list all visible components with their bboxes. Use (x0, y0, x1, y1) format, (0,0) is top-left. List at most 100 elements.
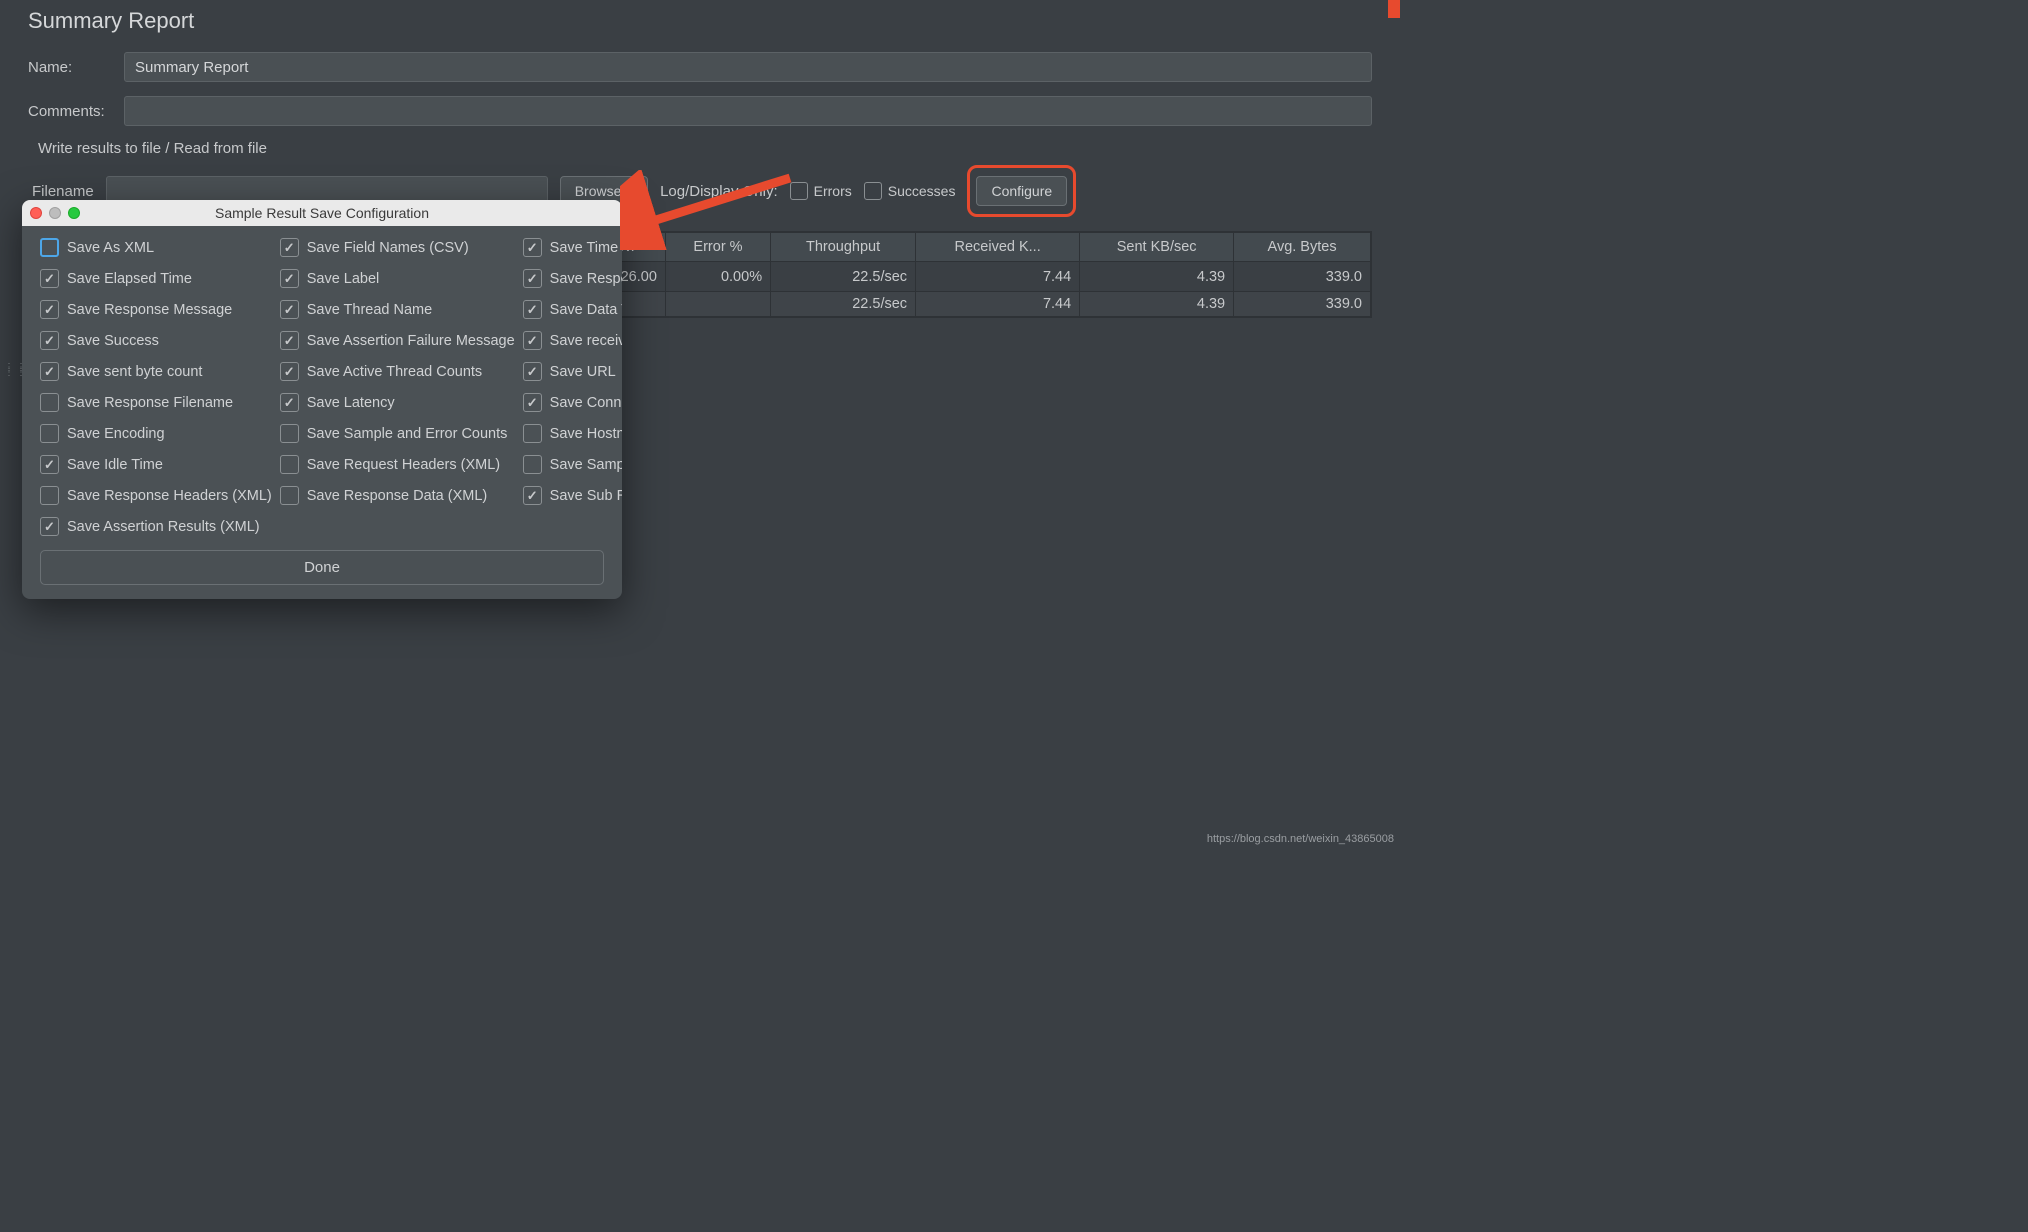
page-title: Summary Report (28, 0, 1372, 52)
table-cell: 7.44 (916, 262, 1080, 292)
option-label: Save Label (307, 271, 380, 287)
table-header[interactable]: Throughput (771, 233, 916, 262)
option-label: Save Time Stamp (550, 240, 622, 256)
table-header[interactable]: Error % (665, 233, 770, 262)
option-checkbox[interactable] (280, 238, 299, 257)
save-option: Save Latency (280, 393, 515, 412)
table-header[interactable]: Received K... (916, 233, 1080, 262)
option-label: Save received byte count (550, 333, 622, 349)
dialog-title: Sample Result Save Configuration (22, 205, 622, 221)
save-option: Save Response Message (40, 300, 272, 319)
option-checkbox[interactable] (523, 393, 542, 412)
option-checkbox[interactable] (523, 269, 542, 288)
option-checkbox[interactable] (523, 455, 542, 474)
option-label: Save Hostname (550, 426, 622, 442)
option-label: Save Encoding (67, 426, 165, 442)
option-checkbox[interactable] (280, 331, 299, 350)
log-display-label: Log/Display Only: (660, 183, 778, 200)
save-option: Save Hostname (523, 424, 622, 443)
option-checkbox[interactable] (40, 331, 59, 350)
red-stripe (1388, 0, 1400, 18)
option-label: Save Assertion Results (XML) (67, 519, 260, 535)
option-checkbox[interactable] (280, 393, 299, 412)
option-checkbox[interactable] (523, 424, 542, 443)
option-label: Save Data Type (550, 302, 622, 318)
option-label: Save Field Names (CSV) (307, 240, 469, 256)
table-cell: 0.00% (665, 262, 770, 292)
table-cell (665, 292, 770, 317)
watermark: https://blog.csdn.net/weixin_43865008 (1207, 833, 1394, 845)
save-option: Save Response Filename (40, 393, 272, 412)
save-option: Save Active Thread Counts (280, 362, 515, 381)
configure-button[interactable]: Configure (976, 176, 1067, 206)
option-label: Save Sampler Data (XML) (550, 457, 622, 473)
save-option: Save Elapsed Time (40, 269, 272, 288)
save-option: Save Data Type (523, 300, 622, 319)
option-label: Save As XML (67, 240, 154, 256)
option-checkbox[interactable] (280, 486, 299, 505)
table-cell: 22.5/sec (771, 292, 916, 317)
save-option: Save Label (280, 269, 515, 288)
name-input[interactable] (124, 52, 1372, 82)
option-checkbox[interactable] (280, 269, 299, 288)
save-option: Save Field Names (CSV) (280, 238, 515, 257)
successes-checkbox[interactable] (864, 182, 882, 200)
option-label: Save Success (67, 333, 159, 349)
option-checkbox[interactable] (40, 238, 59, 257)
save-option: Save Response Data (XML) (280, 486, 515, 505)
done-button[interactable]: Done (40, 550, 604, 585)
option-checkbox[interactable] (523, 362, 542, 381)
option-checkbox[interactable] (40, 424, 59, 443)
save-option: Save sent byte count (40, 362, 272, 381)
dialog-titlebar[interactable]: Sample Result Save Configuration (22, 200, 622, 226)
option-checkbox[interactable] (40, 393, 59, 412)
option-checkbox[interactable] (40, 269, 59, 288)
save-option: Save Time Stamp (523, 238, 622, 257)
option-checkbox[interactable] (40, 455, 59, 474)
save-option: Save Idle Time (40, 455, 272, 474)
save-option: Save Assertion Results (XML) (40, 517, 272, 536)
option-checkbox[interactable] (523, 331, 542, 350)
option-label: Save Active Thread Counts (307, 364, 482, 380)
comments-label: Comments: (28, 103, 124, 120)
option-checkbox[interactable] (40, 362, 59, 381)
option-label: Save URL (550, 364, 616, 380)
option-checkbox[interactable] (280, 455, 299, 474)
save-option: Save Assertion Failure Message (280, 331, 515, 350)
option-checkbox[interactable] (40, 486, 59, 505)
option-label: Save Latency (307, 395, 395, 411)
option-label: Save Response Message (67, 302, 232, 318)
table-cell: 339.0 (1234, 292, 1371, 317)
option-checkbox[interactable] (40, 517, 59, 536)
option-label: Save Idle Time (67, 457, 163, 473)
table-cell: 7.44 (916, 292, 1080, 317)
option-label: Save Response Headers (XML) (67, 488, 272, 504)
save-option: Save As XML (40, 238, 272, 257)
errors-checkbox[interactable] (790, 182, 808, 200)
save-option: Save URL (523, 362, 622, 381)
name-label: Name: (28, 59, 124, 76)
save-option: Save Request Headers (XML) (280, 455, 515, 474)
table-cell: 4.39 (1080, 292, 1234, 317)
option-label: Save Response Code (550, 271, 622, 287)
option-checkbox[interactable] (40, 300, 59, 319)
option-checkbox[interactable] (280, 362, 299, 381)
option-label: Save Response Data (XML) (307, 488, 488, 504)
table-header[interactable]: Avg. Bytes (1234, 233, 1371, 262)
option-label: Save Thread Name (307, 302, 432, 318)
option-label: Save Sub Results (550, 488, 622, 504)
option-checkbox[interactable] (523, 486, 542, 505)
save-option: Save Sampler Data (XML) (523, 455, 622, 474)
option-checkbox[interactable] (280, 300, 299, 319)
option-label: Save Assertion Failure Message (307, 333, 515, 349)
option-checkbox[interactable] (523, 238, 542, 257)
table-cell: 4.39 (1080, 262, 1234, 292)
table-header[interactable]: Sent KB/sec (1080, 233, 1234, 262)
option-checkbox[interactable] (280, 424, 299, 443)
option-label: Save Connect Time (550, 395, 622, 411)
option-checkbox[interactable] (523, 300, 542, 319)
drag-handle-icon[interactable]: ⋮⋮⋮⋮ (4, 365, 28, 375)
option-label: Save Elapsed Time (67, 271, 192, 287)
filename-label: Filename (32, 183, 94, 200)
comments-input[interactable] (124, 96, 1372, 126)
